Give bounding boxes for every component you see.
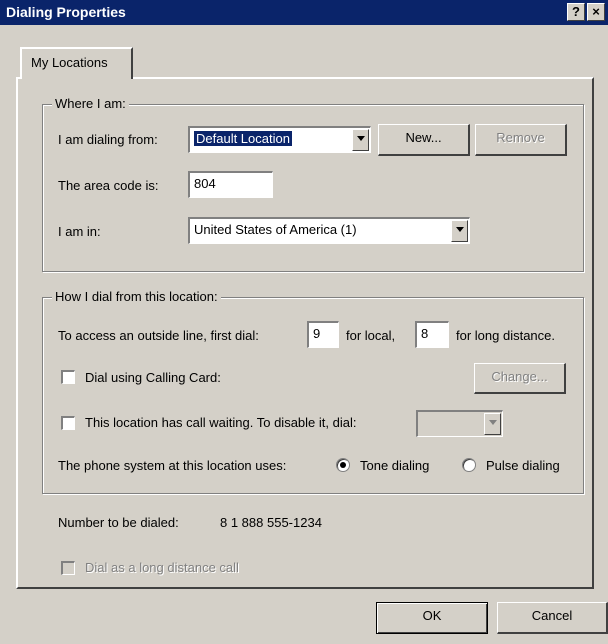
number-to-dial-value: 8 1 888 555-1234 xyxy=(220,515,322,530)
long-distance-access-input[interactable]: 8 xyxy=(415,321,449,348)
tone-dialing-label: Tone dialing xyxy=(360,458,430,473)
ok-button[interactable]: OK xyxy=(376,602,488,634)
local-access-value: 9 xyxy=(313,326,321,341)
pulse-dialing-radio[interactable] xyxy=(462,458,476,472)
window-title: Dialing Properties xyxy=(6,4,126,20)
call-waiting-dropdown[interactable] xyxy=(416,410,503,437)
country-dropdown[interactable]: United States of America (1) xyxy=(188,217,470,244)
outside-line-label: To access an outside line, first dial: xyxy=(58,328,259,343)
ok-button-label: OK xyxy=(422,608,442,623)
location-value: Default Location xyxy=(194,131,292,146)
area-code-input[interactable]: 804 xyxy=(188,171,273,198)
country-value: United States of America (1) xyxy=(194,222,357,237)
new-button-label: New... xyxy=(405,130,442,145)
calling-card-label: Dial using Calling Card: xyxy=(85,370,221,385)
long-distance-call-checkbox[interactable] xyxy=(61,561,75,575)
change-calling-card-button[interactable]: Change... xyxy=(474,363,566,394)
local-access-input[interactable]: 9 xyxy=(307,321,339,348)
tab-my-locations[interactable]: My Locations xyxy=(20,47,133,79)
call-waiting-checkbox[interactable] xyxy=(61,416,75,430)
calling-card-checkbox[interactable] xyxy=(61,370,75,384)
for-long-distance-label: for long distance. xyxy=(456,328,556,343)
country-dropdown-arrow-icon[interactable] xyxy=(451,220,468,242)
how-i-dial-legend: How I dial from this location: xyxy=(52,289,221,304)
dialing-from-label: I am dialing from: xyxy=(58,132,158,147)
title-bar[interactable]: Dialing Properties ? × xyxy=(0,0,608,25)
call-waiting-label: This location has call waiting. To disab… xyxy=(85,415,357,430)
change-button-label: Change... xyxy=(491,369,548,384)
remove-button-label: Remove xyxy=(496,130,545,145)
dialing-properties-window: Dialing Properties ? × My Locations Wher… xyxy=(0,0,608,644)
remove-location-button[interactable]: Remove xyxy=(475,124,567,156)
for-local-label: for local, xyxy=(346,328,396,343)
number-to-dial-label: Number to be dialed: xyxy=(58,515,179,530)
cancel-button-label: Cancel xyxy=(531,608,573,623)
call-waiting-dropdown-arrow-icon[interactable] xyxy=(484,413,501,435)
phone-system-label: The phone system at this location uses: xyxy=(58,458,287,473)
location-dropdown[interactable]: Default Location xyxy=(188,126,371,153)
where-i-am-legend: Where I am: xyxy=(52,96,129,111)
location-dropdown-arrow-icon[interactable] xyxy=(352,129,369,151)
area-code-value: 804 xyxy=(194,176,216,191)
long-distance-access-value: 8 xyxy=(421,326,429,341)
help-button[interactable]: ? xyxy=(567,3,585,21)
help-icon: ? xyxy=(572,4,580,19)
tab-label: My Locations xyxy=(31,55,108,70)
tone-dialing-radio[interactable] xyxy=(336,458,350,472)
country-label: I am in: xyxy=(58,224,101,239)
cancel-button[interactable]: Cancel xyxy=(497,602,608,634)
new-location-button[interactable]: New... xyxy=(378,124,470,156)
area-code-label: The area code is: xyxy=(58,178,159,193)
close-button[interactable]: × xyxy=(587,3,605,21)
pulse-dialing-label: Pulse dialing xyxy=(486,458,560,473)
close-icon: × xyxy=(592,4,600,19)
long-distance-call-label: Dial as a long distance call xyxy=(85,560,239,575)
